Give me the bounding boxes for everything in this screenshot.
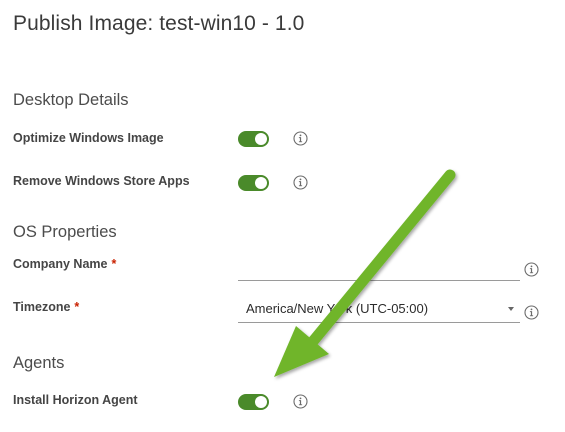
timezone-label-text: Timezone <box>13 300 71 314</box>
optimize-windows-image-label: Optimize Windows Image <box>13 131 164 145</box>
timezone-label: Timezone * <box>13 300 79 314</box>
publish-image-page: Publish Image: test-win10 - 1.0 Desktop … <box>0 0 565 432</box>
optimize-windows-image-toggle[interactable] <box>238 131 269 147</box>
toggle-knob <box>255 396 267 408</box>
page-title: Publish Image: test-win10 - 1.0 <box>13 12 305 35</box>
caret-down-icon <box>508 307 514 311</box>
info-icon[interactable] <box>293 131 308 146</box>
company-name-input[interactable] <box>238 258 520 281</box>
section-heading-desktop-details: Desktop Details <box>13 91 129 109</box>
company-name-label: Company Name * <box>13 257 116 271</box>
info-icon[interactable] <box>524 305 539 320</box>
timezone-select[interactable]: America/New York (UTC-05:00) <box>238 298 520 323</box>
section-heading-agents: Agents <box>13 354 65 372</box>
info-icon[interactable] <box>293 175 308 190</box>
info-icon[interactable] <box>293 394 308 409</box>
install-horizon-agent-label: Install Horizon Agent <box>13 393 138 407</box>
toggle-knob <box>255 177 267 189</box>
company-name-label-text: Company Name <box>13 257 108 271</box>
required-asterisk: * <box>74 300 80 314</box>
section-heading-os-properties: OS Properties <box>13 223 117 241</box>
install-horizon-agent-toggle[interactable] <box>238 394 269 410</box>
remove-windows-store-apps-label: Remove Windows Store Apps <box>13 174 190 188</box>
green-annotation-arrow <box>274 169 456 377</box>
remove-windows-store-apps-toggle[interactable] <box>238 175 269 191</box>
timezone-selected-value: America/New York (UTC-05:00) <box>246 301 429 316</box>
toggle-knob <box>255 133 267 145</box>
required-asterisk: * <box>111 257 117 271</box>
info-icon[interactable] <box>524 262 539 277</box>
